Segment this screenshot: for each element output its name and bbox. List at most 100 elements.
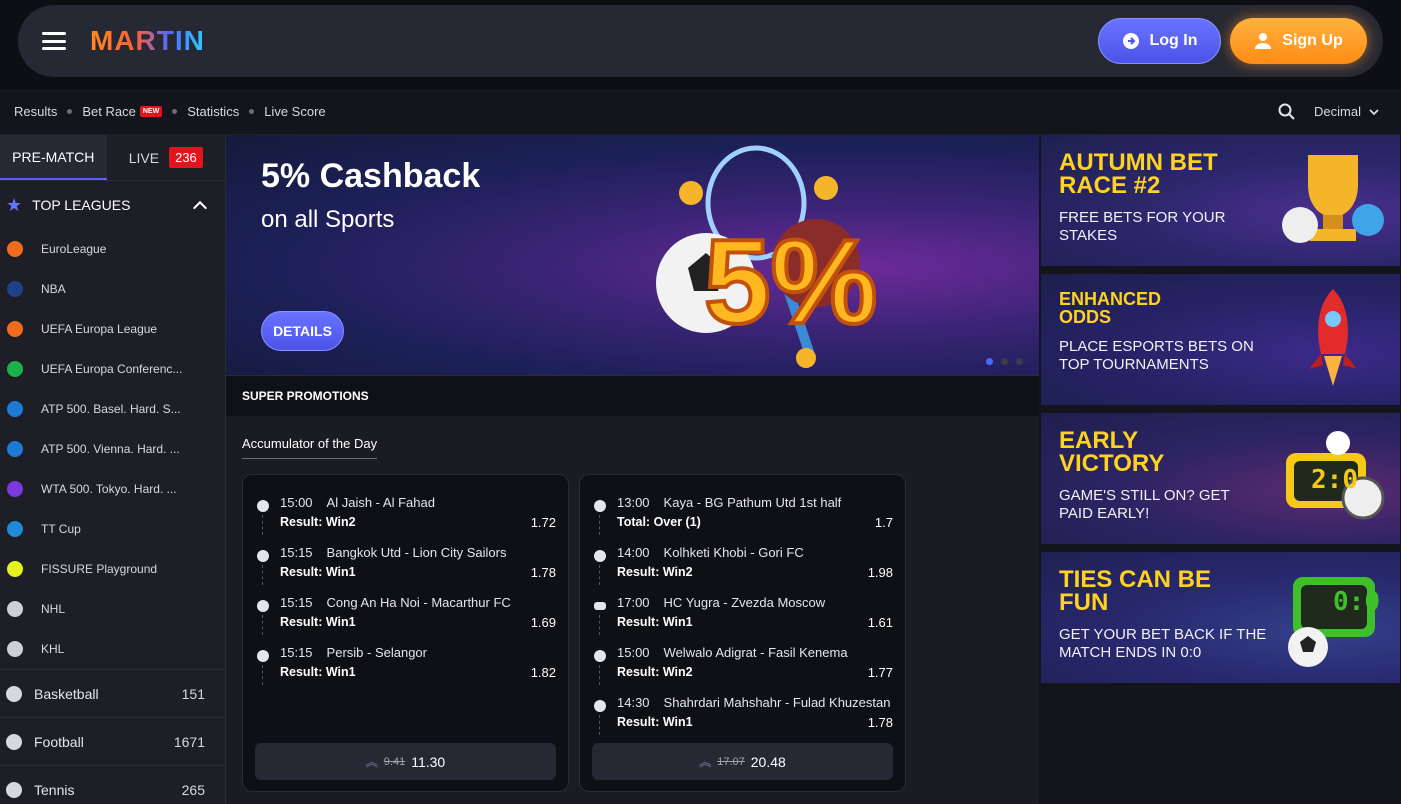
super-promotions-header: SUPER PROMOTIONS: [226, 375, 1039, 416]
new-total: 11.30: [411, 753, 446, 770]
live-count-badge: 236: [169, 147, 203, 168]
sidebar-league-item[interactable]: FISSURE Playground: [0, 549, 225, 589]
bet-total-button[interactable]: ︽ 17.07 20.48: [592, 743, 893, 780]
sidebar-sport-item[interactable]: Football 1671: [0, 717, 225, 765]
menu-icon[interactable]: [42, 32, 66, 50]
pager-dot[interactable]: [986, 358, 993, 365]
bet-odd: 1.78: [867, 715, 893, 730]
promo-score: 2:0: [1311, 465, 1358, 495]
side-promo-banner[interactable]: AUTUMN BET RACE #2 FREE BETS FOR YOUR STA…: [1041, 135, 1400, 266]
accumulator-card[interactable]: 13:00 Kaya - BG Pathum Utd 1st half Total:…: [579, 474, 906, 792]
accumulator-title[interactable]: Accumulator of the Day: [242, 436, 378, 459]
bet-odd: 1.98: [867, 565, 893, 580]
old-total: 17.07: [717, 755, 745, 768]
bet-row[interactable]: 14:00 Kolhketi Khobi - Gori FC Result: Win…: [592, 545, 893, 585]
cashback-illustration-icon: 5%: [656, 145, 876, 368]
bet-row[interactable]: 15:00 Welwalo Adigrat - Fasil Kenema Resul…: [592, 645, 893, 685]
promo-text: PLACE ESPORTS BETS ON TOP TOURNAMENTS: [1059, 338, 1254, 373]
sport-count: 1671: [173, 733, 205, 750]
bet-match: Shahrdari Mahshahr - Fulad Khuzestan II: [663, 695, 893, 710]
tab-live[interactable]: LIVE 236: [107, 135, 225, 180]
side-promo-banner[interactable]: TIES CAN BE FUN GET YOUR BET BACK IF THE …: [1041, 552, 1400, 683]
sidebar-sport-item[interactable]: Basketball 151: [0, 669, 225, 717]
football-icon: [594, 650, 606, 662]
pager-dot[interactable]: [1016, 358, 1023, 365]
sidebar-league-item[interactable]: KHL: [0, 629, 225, 669]
top-leagues-header[interactable]: ★ TOP LEAGUES: [0, 181, 225, 229]
sidebar-sport-item[interactable]: Tennis 265: [0, 765, 225, 804]
sidebar-league-item[interactable]: UEFA Europa Conferenc...: [0, 349, 225, 389]
bet-time: 15:15: [280, 595, 313, 610]
bet-match: Kaya - BG Pathum Utd 1st half: [663, 495, 842, 510]
live-score-link[interactable]: Live Score: [264, 104, 325, 119]
sidebar-league-item[interactable]: ATP 500. Vienna. Hard. ...: [0, 429, 225, 469]
sidebar-league-label: EuroLeague: [41, 242, 107, 256]
bet-row[interactable]: 15:15 Persib - Selangor Result: Win1 1.82: [255, 645, 556, 685]
login-button[interactable]: Log In: [1098, 18, 1221, 64]
chevron-up-icon: [192, 200, 208, 216]
sidebar-league-item[interactable]: ATP 500. Basel. Hard. S...: [0, 389, 225, 429]
results-link[interactable]: Results: [14, 104, 57, 119]
statistics-link[interactable]: Statistics: [187, 104, 239, 119]
side-promo-banner[interactable]: EARLY VICTORY GAME'S STILL ON? GET PAID E…: [1041, 413, 1400, 544]
bet-row[interactable]: 14:30 Shahrdari Mahshahr - Fulad Khuzesta…: [592, 695, 893, 735]
bet-odd: 1.72: [530, 515, 556, 530]
sidebar-league-item[interactable]: NHL: [0, 589, 225, 629]
bet-connector: [262, 515, 263, 535]
bet-time: 15:15: [280, 545, 313, 560]
bet-row[interactable]: 15:00 Al Jaish - Al Fahad Result: Win2 1.72: [255, 495, 556, 535]
old-total: 9.41: [383, 755, 406, 768]
sidebar-league-item[interactable]: NBA: [0, 269, 225, 309]
banner-subtitle: on all Sports: [261, 206, 395, 233]
bet-time: 15:00: [617, 645, 650, 660]
odds-format-select[interactable]: Decimal: [1314, 104, 1379, 119]
sport-list: Basketball 151 Football 1671 Tennis 265: [0, 669, 225, 804]
bet-race-label: Bet Race: [82, 104, 136, 119]
rocket-icon: [1309, 289, 1357, 386]
sidebar-league-item[interactable]: TT Cup: [0, 509, 225, 549]
bet-total-button[interactable]: ︽ 9.41 11.30: [255, 743, 556, 780]
promo-score: 0:0: [1333, 587, 1380, 617]
tab-live-label: LIVE: [128, 149, 160, 166]
signup-button[interactable]: Sign Up: [1230, 18, 1367, 64]
bet-connector: [599, 715, 600, 735]
bet-result: Result: Win1: [617, 615, 693, 629]
page-layout: PRE-MATCH LIVE 236 ★ TOP LEAGUES EuroLea…: [0, 135, 1401, 804]
sidebar-tabs: PRE-MATCH LIVE 236: [0, 135, 225, 181]
football-icon: [257, 550, 269, 562]
details-button[interactable]: DETAILS: [261, 311, 344, 351]
bet-row[interactable]: 15:15 Cong An Ha Noi - Macarthur FC Result…: [255, 595, 556, 635]
side-promo-banner[interactable]: ENHANCED ODDS PLACE ESPORTS BETS ON TOP T…: [1041, 274, 1400, 405]
pager-dot[interactable]: [1001, 358, 1008, 365]
bet-time: 14:30: [617, 695, 650, 710]
bet-row[interactable]: 13:00 Kaya - BG Pathum Utd 1st half Total:…: [592, 495, 893, 535]
bet-race-link[interactable]: Bet Race NEW: [82, 104, 163, 119]
bet-row[interactable]: 15:15 Bangkok Utd - Lion City Sailors Resu…: [255, 545, 556, 585]
login-icon: [1122, 33, 1139, 49]
sidebar-league-item[interactable]: WTA 500. Tokyo. Hard. ...: [0, 469, 225, 509]
star-icon: ★: [6, 194, 23, 215]
sidebar-league-label: FISSURE Playground: [41, 562, 158, 576]
promo-text: GET YOUR BET BACK IF THE MATCH ENDS IN 0…: [1059, 626, 1267, 661]
boost-arrows-icon: ︽: [365, 755, 378, 769]
sidebar-league-item[interactable]: UEFA Europa League: [0, 309, 225, 349]
bet-result: Result: Win2: [280, 515, 356, 529]
promo-title: ENHANCED ODDS: [1059, 289, 1162, 327]
tab-prematch[interactable]: PRE-MATCH: [0, 135, 107, 180]
europa-league-icon: [4, 318, 26, 340]
cashback-banner[interactable]: 5% Cashback on all Sports DETAILS 5%: [226, 135, 1039, 375]
sidebar-league-item[interactable]: EuroLeague: [0, 229, 225, 269]
logo[interactable]: MARTIN: [90, 25, 205, 57]
bet-connector: [599, 665, 600, 685]
odds-format-value: Decimal: [1314, 104, 1361, 119]
separator-dot: [249, 109, 255, 114]
search-icon[interactable]: [1278, 103, 1296, 121]
separator-dot: [172, 109, 178, 114]
bet-result: Result: Win1: [280, 565, 356, 579]
accumulator-card[interactable]: 15:00 Al Jaish - Al Fahad Result: Win2 1.72…: [242, 474, 569, 792]
header-wrapper: MARTIN Log In Sign Up: [0, 0, 1401, 89]
scoreboard-icon: [1288, 577, 1375, 667]
nhl-icon: [4, 598, 26, 620]
bet-row[interactable]: 17:00 HC Yugra - Zvezda Moscow Result: Win…: [592, 595, 893, 635]
atp-icon: [4, 438, 26, 460]
